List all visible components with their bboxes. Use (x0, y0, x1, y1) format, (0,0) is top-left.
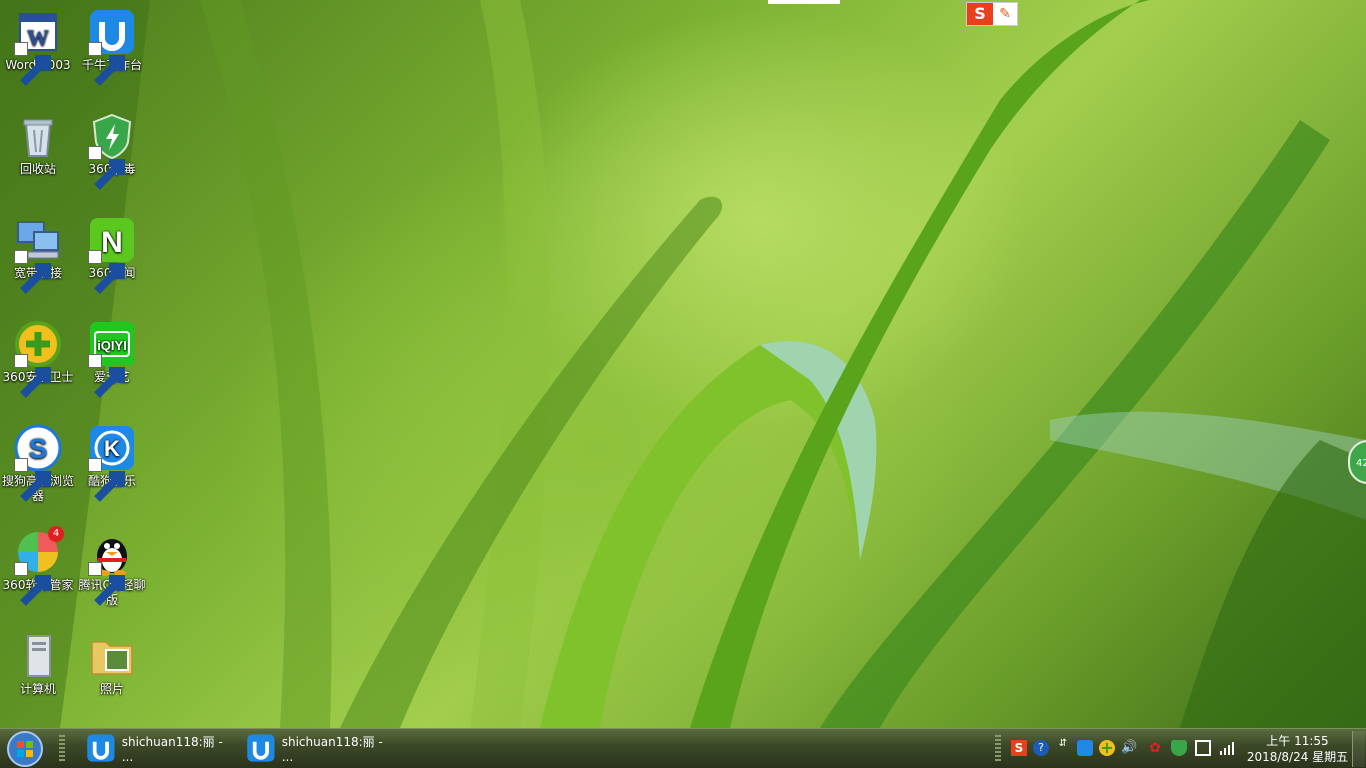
desktop-icon-360-safeguard[interactable]: 360安全卫士 (1, 320, 75, 398)
desktop-icon-word[interactable]: W Word 2003 (1, 8, 75, 86)
clock-date: 2018/8/24 星期五 (1246, 750, 1349, 764)
shortcut-arrow-icon (88, 354, 125, 398)
desktop-icon-qq[interactable]: 腾讯QQ轻聊版 (75, 528, 149, 608)
qianniu-icon (87, 734, 115, 762)
usb-device-icon[interactable] (1195, 740, 1211, 756)
svg-text:iQIYI: iQIYI (97, 338, 127, 353)
windows-logo-icon (7, 731, 43, 767)
clock-time: 上午 11:55 (1266, 734, 1329, 748)
desktop-icon-sogou-browser[interactable]: S 搜狗高速浏览器 (1, 424, 75, 504)
task-label: shichuan118:丽 - ... (281, 734, 383, 764)
desktop[interactable]: S ✎ 42 W Word 2003 回收站 宽带连接 360安全卫士 S 搜狗… (0, 0, 1366, 728)
desktop-icon-360-news[interactable]: N 360新闻 (75, 216, 149, 294)
recycle-bin-icon (23, 119, 53, 157)
desktop-icon-label: 计算机 (19, 682, 56, 696)
desktop-icon-photos[interactable]: 照片 (75, 632, 149, 697)
desktop-icon-iqiyi[interactable]: iQIYI 爱奇艺 (75, 320, 149, 398)
photos-folder-icon (91, 641, 133, 675)
shortcut-arrow-icon (14, 354, 51, 398)
volume-icon[interactable]: 🔊 (1121, 740, 1137, 756)
sogou-tray-icon[interactable]: S (1011, 740, 1027, 756)
start-button[interactable] (5, 730, 45, 768)
network-signal-icon[interactable] (1219, 740, 1235, 756)
desktop-icon-recycle-bin[interactable]: 回收站 (1, 112, 75, 177)
desktop-icon-computer[interactable]: 计算机 (1, 632, 75, 697)
desktop-icon-kugou[interactable]: K 酷狗音乐 (75, 424, 149, 502)
shortcut-arrow-icon (14, 458, 51, 502)
shortcut-arrow-icon (88, 146, 125, 190)
sogou-logo-icon: S (967, 3, 993, 25)
system-tray: S ? ⇵ + 🔊 ✿ (1005, 729, 1245, 768)
shortcut-arrow-icon (88, 42, 125, 86)
wallpaper-grass (0, 0, 1366, 728)
taskbar-clock[interactable]: 上午 11:55 2018/8/24 星期五 (1245, 733, 1350, 765)
360-tray-icon[interactable]: + (1099, 740, 1115, 756)
show-desktop-button[interactable] (1352, 731, 1365, 767)
sogou-input-bar[interactable]: S ✎ (966, 2, 1018, 26)
flower-tray-icon[interactable]: ✿ (1147, 740, 1163, 756)
qianniu-tray-icon[interactable] (1077, 740, 1093, 756)
help-icon[interactable]: ? (1033, 740, 1049, 756)
desktop-icon-label: 照片 (99, 682, 124, 696)
shortcut-arrow-icon (88, 562, 125, 606)
qianniu-icon (247, 734, 275, 762)
top-edge-tab[interactable] (768, 0, 840, 4)
shortcut-arrow-icon (88, 250, 125, 294)
desktop-icon-360-software[interactable]: 4 360软件管家 (1, 526, 75, 606)
shortcut-arrow-icon (88, 458, 125, 502)
svg-text:K: K (104, 436, 120, 461)
taskbar-task-1[interactable]: shichuan118:丽 - ... (82, 731, 237, 765)
notification-badge: 4 (48, 526, 64, 542)
taskbar-task-2[interactable]: shichuan118:丽 - ... (242, 731, 397, 765)
shortcut-arrow-icon (14, 42, 51, 86)
taskbar: shichuan118:丽 - ... shichuan118:丽 - ... … (0, 728, 1366, 768)
desktop-icon-label: 回收站 (19, 162, 56, 176)
task-label: shichuan118:丽 - ... (121, 734, 223, 764)
expand-tray-icon[interactable]: ⇵ (1055, 739, 1071, 756)
360-antivirus-tray-icon[interactable] (1171, 740, 1187, 756)
computer-icon (27, 635, 51, 677)
desktop-icon-broadband[interactable]: 宽带连接 (1, 216, 75, 294)
taskbar-grip[interactable] (59, 735, 65, 763)
shortcut-arrow-icon (14, 250, 51, 294)
desktop-icon-qianniu[interactable]: 千牛工作台 (75, 8, 149, 86)
tray-grip[interactable] (995, 735, 1001, 763)
shortcut-arrow-icon (14, 562, 51, 606)
wrench-icon[interactable]: ✎ (993, 3, 1017, 25)
desktop-icon-360-antivirus[interactable]: 360杀毒 (75, 112, 149, 190)
